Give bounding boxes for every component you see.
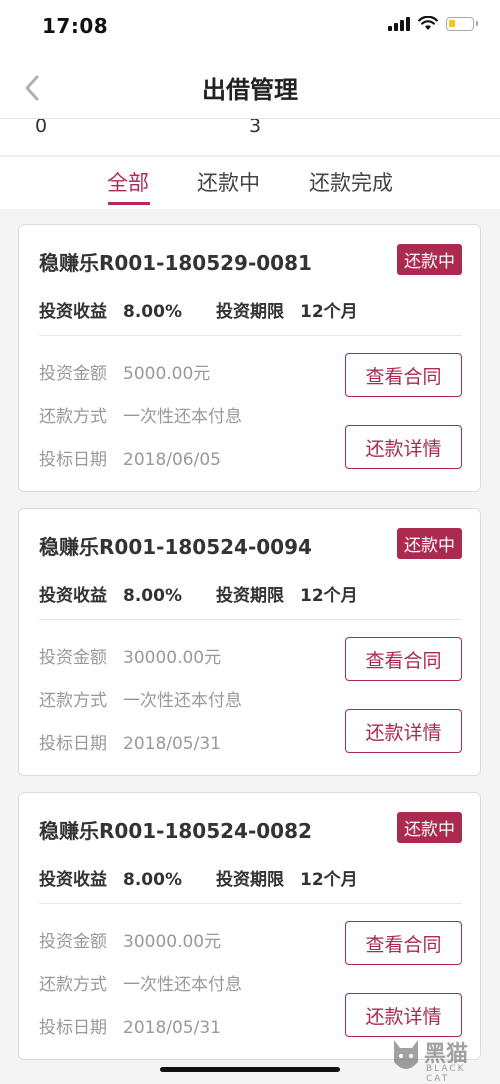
repayment-details-button[interactable]: 还款详情 (345, 993, 462, 1037)
amount-value: 30000.00元 (123, 932, 222, 952)
term-label: 投资期限 (215, 870, 284, 890)
yield-value: 8.00% (123, 302, 182, 322)
loan-card: 稳赚乐R001-180529-0081 还款中 投资收益 8.00% 投资期限 12个… (18, 224, 481, 492)
loan-card: 稳赚乐R001-180524-0094 还款中 投资收益 8.00% 投资期限 12个… (18, 508, 481, 776)
page-title: 出借管理 (202, 76, 298, 104)
amount-label: 投资金额 (39, 364, 107, 384)
yield-value: 8.00% (123, 586, 182, 606)
method-value: 一次性还本付息 (123, 975, 242, 995)
term-label: 投资期限 (215, 586, 284, 606)
yield-label: 投资收益 (39, 302, 107, 322)
watermark: 黑猫 BLACK CAT (388, 1034, 492, 1084)
card-meta: 投资收益 8.00% 投资期限 12个月 (39, 865, 374, 890)
amount-row: 投资金额 30000.00元 (39, 643, 221, 668)
term-value: 12个月 (299, 302, 358, 322)
card-meta: 投资收益 8.00% 投资期限 12个月 (39, 581, 374, 606)
method-row: 还款方式 一次性还本付息 (39, 402, 242, 427)
yield-value: 8.00% (123, 870, 182, 890)
yield-label: 投资收益 (39, 870, 107, 890)
date-row: 投标日期 2018/05/31 (39, 729, 221, 754)
status-bar: 17:08 (0, 0, 500, 56)
card-divider (39, 903, 462, 904)
status-badge: 还款中 (397, 812, 462, 843)
battery-icon (446, 16, 478, 31)
card-divider (39, 335, 462, 336)
card-title: 稳赚乐R001-180524-0082 (39, 819, 312, 843)
tab-active-indicator (108, 202, 150, 205)
method-value: 一次性还本付息 (123, 407, 242, 427)
card-divider (39, 619, 462, 620)
method-label: 还款方式 (39, 407, 107, 427)
amount-row: 投资金额 30000.00元 (39, 927, 221, 952)
filter-tabs: 全部 还款中 还款完成 (0, 156, 500, 209)
date-row: 投标日期 2018/05/31 (39, 1013, 221, 1038)
status-time: 17:08 (42, 14, 109, 38)
status-badge: 还款中 (397, 528, 462, 559)
date-label: 投标日期 (39, 734, 107, 754)
card-title: 稳赚乐R001-180524-0094 (39, 535, 312, 559)
summary-row: 0 3 (0, 118, 500, 155)
method-value: 一次性还本付息 (123, 691, 242, 711)
view-contract-button[interactable]: 查看合同 (345, 353, 462, 397)
term-label: 投资期限 (215, 302, 284, 322)
status-badge: 还款中 (397, 244, 462, 275)
home-indicator[interactable] (160, 1067, 340, 1072)
card-meta: 投资收益 8.00% 投资期限 12个月 (39, 297, 374, 322)
method-row: 还款方式 一次性还本付息 (39, 686, 242, 711)
watermark-subtext: BLACK CAT (426, 1064, 466, 1084)
summary-value-left: 0 (35, 118, 48, 137)
date-value: 2018/05/31 (123, 734, 221, 754)
signal-icon (388, 16, 410, 31)
amount-row: 投资金额 5000.00元 (39, 359, 210, 384)
tab-all[interactable]: 全部 (107, 167, 149, 197)
date-value: 2018/05/31 (123, 1018, 221, 1038)
method-label: 还款方式 (39, 975, 107, 995)
repayment-details-button[interactable]: 还款详情 (345, 709, 462, 753)
tab-repaid[interactable]: 还款完成 (309, 167, 393, 197)
date-label: 投标日期 (39, 1018, 107, 1038)
yield-label: 投资收益 (39, 586, 107, 606)
wifi-icon (418, 16, 438, 30)
summary-value-right: 3 (249, 118, 262, 137)
loan-card: 稳赚乐R001-180524-0082 还款中 投资收益 8.00% 投资期限 12个… (18, 792, 481, 1060)
term-value: 12个月 (299, 870, 358, 890)
date-row: 投标日期 2018/06/05 (39, 445, 221, 470)
amount-value: 5000.00元 (123, 364, 211, 384)
nav-bar: 出借管理 (0, 56, 500, 118)
method-label: 还款方式 (39, 691, 107, 711)
tab-repaying[interactable]: 还款中 (197, 167, 260, 197)
status-icons (388, 16, 478, 31)
view-contract-button[interactable]: 查看合同 (345, 921, 462, 965)
card-title: 稳赚乐R001-180529-0081 (39, 251, 312, 275)
amount-value: 30000.00元 (123, 648, 222, 668)
amount-label: 投资金额 (39, 932, 107, 952)
view-contract-button[interactable]: 查看合同 (345, 637, 462, 681)
term-value: 12个月 (299, 586, 358, 606)
method-row: 还款方式 一次性还本付息 (39, 970, 242, 995)
date-label: 投标日期 (39, 450, 107, 470)
repayment-details-button[interactable]: 还款详情 (345, 425, 462, 469)
amount-label: 投资金额 (39, 648, 107, 668)
cat-logo-icon (394, 1040, 418, 1069)
date-value: 2018/06/05 (123, 450, 221, 470)
